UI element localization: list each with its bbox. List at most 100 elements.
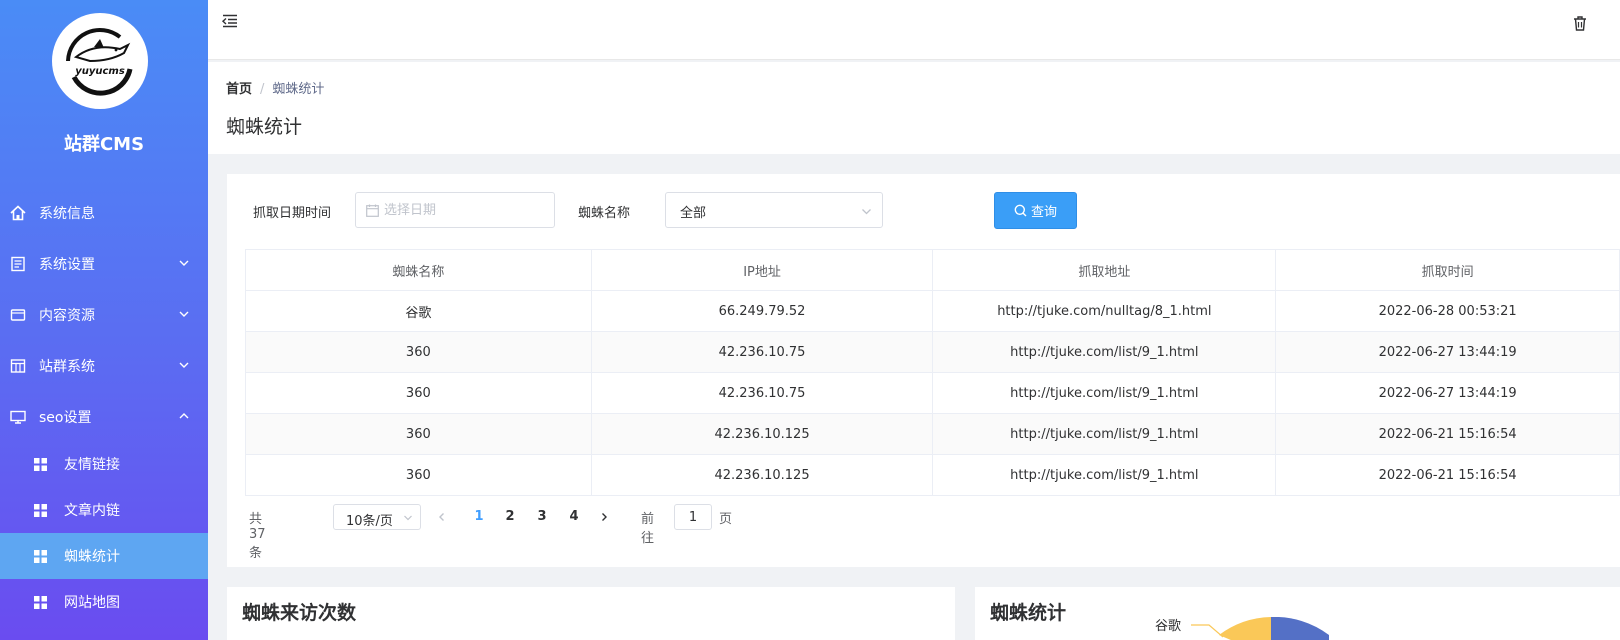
breadcrumb: 首页 / 蜘蛛统计: [226, 78, 324, 97]
breadcrumb-current: 蜘蛛统计: [272, 82, 325, 97]
goto-suffix: 页: [719, 512, 733, 527]
chevron-down-icon: [179, 260, 189, 266]
page-1[interactable]: 1: [466, 504, 492, 530]
pie-slice-yellow: [1219, 617, 1271, 640]
visits-panel-title: 蜘蛛来访次数: [242, 602, 357, 624]
menu-item-content-resources[interactable]: 内容资源: [0, 292, 208, 338]
cell-url: http://tjuke.com/list/9_1.html: [932, 372, 1277, 414]
calendar-grid-icon: [10, 359, 26, 373]
pie-label-google: 谷歌: [1155, 619, 1182, 634]
sidebar-item-article-links[interactable]: 文章内链: [0, 487, 208, 533]
sub-item-label: 蜘蛛统计: [64, 549, 120, 565]
cell-ip: 42.236.10.75: [590, 372, 934, 414]
page-2[interactable]: 2: [497, 504, 523, 530]
spider-select-value: 全部: [680, 206, 707, 221]
menu-label: 系统设置: [39, 257, 95, 273]
table-row: 360 42.236.10.125 http://tjuke.com/list/…: [245, 454, 1620, 496]
cell-url: http://tjuke.com/list/9_1.html: [932, 413, 1277, 455]
page-size-value: 10条/页: [346, 514, 393, 529]
calendar-icon: [366, 204, 379, 217]
menu-item-site-group[interactable]: 站群系统: [0, 343, 208, 389]
table-row: 360 42.236.10.75 http://tjuke.com/list/9…: [245, 372, 1620, 414]
breadcrumb-home[interactable]: 首页: [226, 82, 252, 97]
sub-item-label: 友情链接: [64, 457, 120, 473]
pie-label-line: [1191, 624, 1224, 638]
document-icon: [11, 256, 25, 272]
cell-ip: 42.236.10.75: [590, 331, 934, 373]
cell-spider: 谷歌: [245, 290, 592, 332]
menu-label: 系统信息: [39, 206, 95, 222]
chevron-right-icon[interactable]: [599, 512, 609, 522]
pie-chart-preview: [1191, 617, 1329, 640]
cell-spider: 360: [245, 413, 592, 455]
top-header: [208, 0, 1620, 60]
page-size-select[interactable]: 10条/页: [333, 504, 421, 530]
chevron-down-icon: [862, 209, 871, 215]
goto-page-input[interactable]: [674, 504, 712, 530]
cell-ip: 42.236.10.125: [590, 454, 934, 496]
folder-icon: [10, 309, 26, 321]
date-input[interactable]: [384, 201, 544, 219]
spider-name-select[interactable]: 全部: [665, 192, 883, 228]
monitor-icon: [10, 410, 26, 424]
menu-item-seo-settings[interactable]: seo设置: [0, 394, 208, 440]
sub-item-label: 网站地图: [64, 595, 120, 611]
cell-url: http://tjuke.com/list/9_1.html: [932, 454, 1277, 496]
cell-time: 2022-06-28 00:53:21: [1275, 290, 1620, 332]
sidebar-item-friend-links[interactable]: 友情链接: [0, 441, 208, 487]
sidebar-item-spider-stats[interactable]: 蜘蛛统计: [0, 533, 208, 579]
date-picker[interactable]: [355, 192, 555, 228]
chevron-left-icon[interactable]: [437, 512, 447, 522]
query-button[interactable]: 查询: [994, 192, 1077, 229]
spider-log-table: 蜘蛛名称 IP地址 抓取地址 抓取时间 谷歌 66.249.79.52 http…: [245, 249, 1620, 496]
sub-item-label: 文章内链: [64, 503, 120, 519]
total-count: 共 37 条: [249, 512, 266, 561]
yuyucms-logo: yuyucms: [52, 13, 148, 109]
column-header: 蜘蛛名称: [245, 249, 592, 291]
menu-fold-icon[interactable]: [222, 14, 238, 28]
table-header-row: 蜘蛛名称 IP地址 抓取地址 抓取时间: [245, 249, 1620, 291]
page-header: 首页 / 蜘蛛统计 蜘蛛统计: [208, 62, 1620, 154]
grid-icon: [34, 596, 47, 609]
column-header: 抓取地址: [932, 249, 1277, 291]
menu-label: seo设置: [39, 410, 92, 426]
cell-spider: 360: [245, 331, 592, 373]
table-row: 360 42.236.10.125 http://tjuke.com/list/…: [245, 413, 1620, 455]
chevron-down-icon: [179, 362, 189, 368]
chevron-down-icon: [179, 311, 189, 317]
breadcrumb-separator: /: [260, 82, 265, 97]
page-4[interactable]: 4: [561, 504, 587, 530]
svg-text:yuyucms: yuyucms: [75, 66, 125, 77]
menu-item-system-settings[interactable]: 系统设置: [0, 241, 208, 287]
sidebar: yuyucms 站群CMS 系统信息 系统设置 内容资源 站群系统 seo设置 …: [0, 0, 208, 640]
cell-time: 2022-06-27 13:44:19: [1275, 331, 1620, 373]
cell-time: 2022-06-21 15:16:54: [1275, 413, 1620, 455]
cell-url: http://tjuke.com/list/9_1.html: [932, 331, 1277, 373]
brand-title: 站群CMS: [63, 134, 145, 155]
search-icon: [1014, 204, 1027, 217]
query-button-label: 查询: [1030, 205, 1057, 220]
menu-label: 内容资源: [39, 308, 95, 324]
table-row: 360 42.236.10.75 http://tjuke.com/list/9…: [245, 331, 1620, 373]
page-title: 蜘蛛统计: [226, 116, 303, 138]
grid-icon: [34, 504, 47, 517]
trash-icon[interactable]: [1571, 14, 1589, 32]
table-row: 谷歌 66.249.79.52 http://tjuke.com/nulltag…: [245, 290, 1620, 332]
column-header: 抓取时间: [1275, 249, 1620, 291]
cell-time: 2022-06-21 15:16:54: [1275, 454, 1620, 496]
grid-icon: [34, 458, 47, 471]
stats-panel: 蜘蛛统计 谷歌: [975, 587, 1620, 640]
stats-panel-title: 蜘蛛统计: [990, 602, 1067, 624]
cell-spider: 360: [245, 372, 592, 414]
chevron-up-icon: [179, 413, 189, 419]
home-icon: [10, 205, 26, 221]
column-header: IP地址: [590, 249, 934, 291]
menu-item-system-info[interactable]: 系统信息: [0, 190, 208, 236]
chevron-down-icon: [404, 515, 412, 521]
goto-prefix: 前往: [641, 512, 655, 546]
cell-ip: 42.236.10.125: [590, 413, 934, 455]
sidebar-item-sitemap[interactable]: 网站地图: [0, 579, 208, 625]
page-3[interactable]: 3: [529, 504, 555, 530]
menu-label: 站群系统: [39, 359, 95, 375]
date-filter-label: 抓取日期时间: [253, 206, 332, 221]
